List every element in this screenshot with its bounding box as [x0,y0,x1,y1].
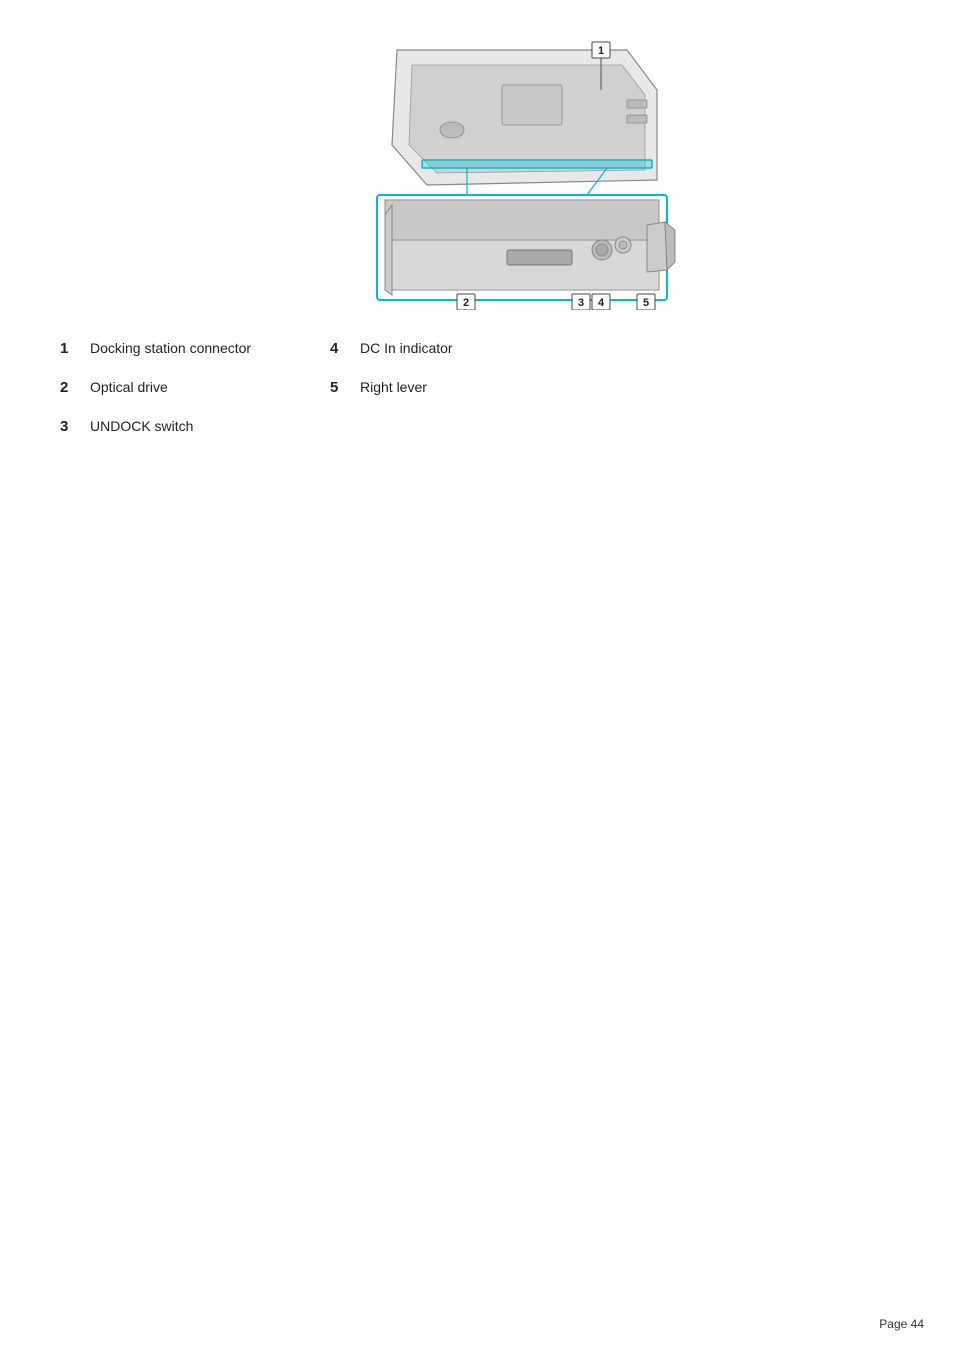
legend-label-2: Optical drive [90,379,270,395]
svg-text:2: 2 [463,297,469,309]
device-diagram: 1 [267,40,687,310]
legend-row-2: 2 Optical drive 5 Right lever [60,379,914,396]
legend-row-1: 1 Docking station connector 4 DC In indi… [60,340,914,357]
svg-text:1: 1 [598,45,604,57]
legend-number-3: 3 [60,418,80,435]
legend-number-1: 1 [60,340,80,357]
legend-label-3: UNDOCK switch [90,418,270,434]
legend-label-4: DC In indicator [360,340,453,356]
page-container: 1 [0,0,954,1351]
legend-label-5: Right lever [360,379,427,395]
svg-text:4: 4 [598,297,605,309]
legend-label-1: Docking station connector [90,340,270,356]
legend-number-2: 2 [60,379,80,396]
legend-number-4: 4 [330,340,350,357]
page-number: Page 44 [879,1317,924,1331]
legend-row-3: 3 UNDOCK switch [60,418,914,435]
svg-text:3: 3 [578,297,584,309]
legend-number-5: 5 [330,379,350,396]
legend-section: 1 Docking station connector 4 DC In indi… [40,340,914,435]
diagram-section: 1 [40,30,914,310]
svg-text:5: 5 [643,297,649,309]
